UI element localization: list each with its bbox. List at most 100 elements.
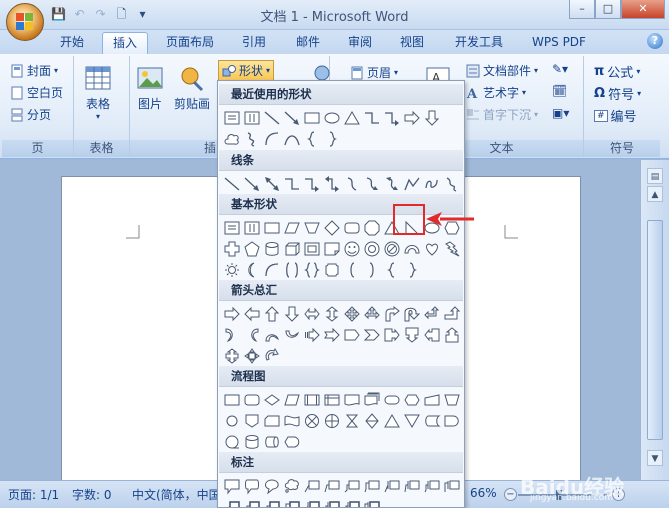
vertical-scrollbar[interactable]: ▤ ▲ ▼: [640, 160, 669, 480]
down-arrow-shape-icon[interactable]: [422, 108, 442, 127]
table-button[interactable]: 表格 ▾: [84, 64, 112, 121]
arc-shape-icon[interactable]: [262, 260, 282, 279]
page-break-button[interactable]: 分页: [10, 106, 51, 123]
elbow-arrow-shape-icon[interactable]: [382, 108, 402, 127]
preparation-shape-icon[interactable]: [402, 390, 422, 409]
sun-shape-icon[interactable]: [222, 260, 242, 279]
oval-shape-icon[interactable]: [322, 108, 342, 127]
squiggle-shape-icon[interactable]: [242, 129, 262, 148]
cover-page-button[interactable]: 封面 ▾: [10, 62, 58, 79]
connector-shape-icon[interactable]: [222, 411, 242, 430]
left-arrow-shape-icon[interactable]: [242, 304, 262, 323]
arrow-line-shape-icon[interactable]: [242, 174, 262, 193]
shapes-button[interactable]: 形状 ▾: [218, 60, 275, 81]
ab-callout1-shape-icon[interactable]: [302, 497, 322, 507]
scribble-shape-icon[interactable]: [422, 174, 442, 193]
office-button[interactable]: [6, 3, 44, 41]
moon-shape-icon[interactable]: [242, 260, 262, 279]
oval-callout-shape-icon[interactable]: [262, 476, 282, 495]
uturn-arrow-shape-icon[interactable]: [402, 304, 422, 323]
elbow-shape-icon[interactable]: [362, 108, 382, 127]
scroll-thumb[interactable]: [647, 220, 663, 440]
triangle-shape-icon[interactable]: [342, 108, 362, 127]
elbow-arrow-shape-icon[interactable]: [302, 174, 322, 193]
plaque-shape-icon[interactable]: [322, 260, 342, 279]
curve-double-shape-icon[interactable]: [382, 174, 402, 193]
language-indicator[interactable]: 中文(简体，中国: [132, 486, 221, 503]
no-symbol-shape-icon[interactable]: [382, 239, 402, 258]
delay-shape-icon[interactable]: [442, 411, 462, 430]
vertical-text-shape-icon[interactable]: [242, 108, 262, 127]
freeform-shape-icon[interactable]: [402, 174, 422, 193]
symbol-button[interactable]: Ω 符号 ▾: [594, 84, 641, 103]
dropcap-button[interactable]: 首字下沉 ▾: [466, 106, 538, 123]
decision-shape-icon[interactable]: [262, 390, 282, 409]
can-shape-icon[interactable]: [262, 239, 282, 258]
up-arrow-shape-icon[interactable]: [262, 304, 282, 323]
clipart-button[interactable]: 剪贴画: [174, 64, 210, 112]
border-callout1-shape-icon[interactable]: [222, 497, 242, 507]
tab-wps-pdf[interactable]: WPS PDF: [524, 32, 594, 54]
help-icon[interactable]: ?: [647, 33, 663, 49]
lu-arrow-shape-icon[interactable]: [422, 304, 442, 323]
parallelogram-shape-icon[interactable]: [282, 218, 302, 237]
punched-tape-shape-icon[interactable]: [282, 411, 302, 430]
rect-callout-shape-icon[interactable]: [222, 476, 242, 495]
right-arrow-shape-icon[interactable]: [222, 304, 242, 323]
bevel-shape-icon[interactable]: [302, 239, 322, 258]
smiley-shape-icon[interactable]: [342, 239, 362, 258]
trapezoid-shape-icon[interactable]: [302, 218, 322, 237]
multidoc-shape-icon[interactable]: [362, 390, 382, 409]
pentagon-shape-icon[interactable]: [242, 239, 262, 258]
elbow-double-shape-icon[interactable]: [322, 174, 342, 193]
donut-shape-icon[interactable]: [362, 239, 382, 258]
direct-access-shape-icon[interactable]: [262, 432, 282, 451]
scroll-down-button[interactable]: ▼: [647, 450, 663, 466]
card-shape-icon[interactable]: [262, 411, 282, 430]
lightning-shape-icon[interactable]: [442, 239, 462, 258]
rect-shape-icon[interactable]: [302, 108, 322, 127]
block-arc-shape-icon[interactable]: [402, 239, 422, 258]
stored-data-shape-icon[interactable]: [422, 411, 442, 430]
border-callout4-shape-icon[interactable]: [282, 497, 302, 507]
header-button[interactable]: 页眉 ▾: [350, 64, 398, 81]
manual-input-shape-icon[interactable]: [422, 390, 442, 409]
tab-review[interactable]: 审阅: [340, 32, 380, 54]
line-callout2-shape-icon[interactable]: [322, 476, 342, 495]
close-button[interactable]: ✕: [621, 0, 665, 19]
cross-shape-icon[interactable]: [222, 239, 242, 258]
bent-arrow-shape-icon[interactable]: [382, 304, 402, 323]
ab-callout2-shape-icon[interactable]: [322, 497, 342, 507]
or-shape-icon[interactable]: [322, 411, 342, 430]
rbrace-shape-icon[interactable]: [322, 129, 342, 148]
signature-button[interactable]: ✎▾: [552, 62, 568, 76]
sort-shape-icon[interactable]: [362, 411, 382, 430]
curve-shape-icon[interactable]: [282, 129, 302, 148]
down-arrow-shape-icon[interactable]: [282, 304, 302, 323]
ruler-toggle-icon[interactable]: ▤: [647, 168, 663, 184]
circular-arrow-shape-icon[interactable]: [262, 346, 282, 365]
down-callout-shape-icon[interactable]: [402, 325, 422, 344]
accent-callout3-shape-icon[interactable]: [422, 476, 442, 495]
scroll-up-button[interactable]: ▲: [647, 186, 663, 202]
striped-arrow-shape-icon[interactable]: [302, 325, 322, 344]
quad-arrow-shape-icon[interactable]: [342, 304, 362, 323]
notched-arrow-shape-icon[interactable]: [322, 325, 342, 344]
ab-callout3-shape-icon[interactable]: [342, 497, 362, 507]
terminator-shape-icon[interactable]: [382, 390, 402, 409]
bracket-pair-shape-icon[interactable]: [282, 260, 302, 279]
lbrace-shape-icon[interactable]: [382, 260, 402, 279]
vertical-text-shape-icon[interactable]: [242, 218, 262, 237]
line-shape-icon[interactable]: [262, 108, 282, 127]
lbrace-shape-icon[interactable]: [302, 129, 322, 148]
process-shape-icon[interactable]: [222, 390, 242, 409]
rbracket-shape-icon[interactable]: [362, 260, 382, 279]
tab-home[interactable]: 开始: [52, 32, 92, 54]
accent-callout1-shape-icon[interactable]: [382, 476, 402, 495]
ud-callout-shape-icon[interactable]: [222, 346, 242, 365]
tab-references[interactable]: 引用: [234, 32, 274, 54]
round-rect-shape-icon[interactable]: [342, 218, 362, 237]
minimize-button[interactable]: –: [569, 0, 595, 19]
merge-shape-icon[interactable]: [402, 411, 422, 430]
line-callout1-shape-icon[interactable]: [302, 476, 322, 495]
